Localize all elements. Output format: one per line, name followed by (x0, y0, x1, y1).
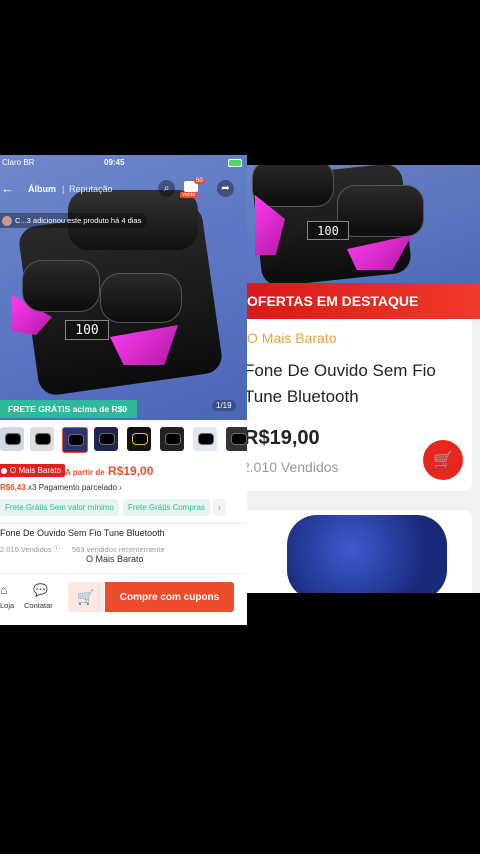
earbud-left (22, 260, 100, 312)
thumbnail-8[interactable] (226, 427, 247, 451)
cart-plus-icon: 🛒 (77, 588, 95, 605)
installment-text: x3 Pagamento parcelado (28, 483, 117, 492)
cart-plus-icon: 🛒 (433, 452, 453, 469)
tag-free-shipping-compras[interactable]: Frete Grátis Compras (123, 499, 210, 516)
share-icon[interactable]: ➦ (217, 180, 234, 197)
product-card[interactable]: O Mais Barato Fone De Ouvido Sem Fio Tun… (247, 319, 472, 491)
led-display: 100 (65, 320, 109, 340)
product-image-zoomed[interactable]: 100 (247, 165, 480, 283)
recent-add-notice: C...3 adicionou este produto há 4 dias (0, 213, 148, 228)
thumbnail-2[interactable] (30, 427, 54, 451)
offers-banner: OFERTAS EM DESTAQUE (247, 283, 480, 319)
chat-icon[interactable]: 💬 (33, 583, 48, 597)
store-name: O Mais Barato (86, 554, 144, 564)
loja-label[interactable]: Loja (0, 601, 14, 610)
recent-sold: 563 vendidos recentemente (72, 545, 165, 554)
cart-sublabel: vento (180, 192, 198, 198)
seller-badge-label: O Mais Barato (10, 466, 62, 475)
divider (0, 523, 247, 524)
thumbnail-4[interactable] (94, 427, 118, 451)
card-sold: 2.010 Vendidos (247, 459, 339, 475)
contatar-label[interactable]: Contatar (24, 601, 53, 610)
info-icon[interactable]: ⓘ (53, 544, 60, 554)
cart-button[interactable]: 60 vento (180, 178, 208, 200)
product-page-screenshot: 100 Claro BR 09:45 ← Álbum | Reputação ⌕… (0, 155, 247, 625)
free-shipping-banner: FRETE GRÁTIS acima de R$0 (0, 400, 137, 418)
search-icon[interactable]: ⌕ (158, 180, 175, 197)
thumbnail-1[interactable] (0, 427, 24, 451)
back-arrow-icon[interactable]: ← (1, 181, 14, 196)
title-line-2: Tune Bluetooth (247, 387, 359, 406)
installment-value: R$6,43 (0, 483, 26, 492)
installment-row[interactable]: R$6,43 x3 Pagamento parcelado › (0, 483, 122, 492)
image-counter: 1/19 (212, 400, 236, 411)
status-bar: Claro BR 09:45 (0, 155, 247, 170)
thumbnail-6[interactable] (160, 427, 184, 451)
store-icon[interactable]: ⌂ (0, 583, 7, 597)
blanket-image (287, 515, 447, 593)
thumbnail-7[interactable] (193, 427, 217, 451)
top-nav: ← Álbum | Reputação ⌕ 60 vento ➦ (0, 178, 247, 201)
seller-name: O Mais Barato (247, 330, 337, 346)
add-to-cart-button[interactable]: 🛒 (423, 440, 463, 480)
seller-badge: O Mais Barato (0, 464, 66, 477)
clock-label: 09:45 (104, 158, 125, 167)
sold-count: 2.010 Vendidos (0, 545, 52, 554)
product-title: Fone De Ouvido Sem Fio Tune Bluetooth (0, 528, 165, 538)
earbud-right (100, 273, 182, 323)
tab-divider: | (62, 184, 65, 194)
earbud-left (252, 165, 334, 207)
next-product-card[interactable] (247, 510, 472, 593)
price-value: R$19,00 (108, 464, 154, 478)
listing-screenshot: 100 OFERTAS EM DESTAQUE O Mais Barato Fo… (247, 165, 480, 593)
tab-reputation[interactable]: Reputação (69, 184, 113, 194)
battery-icon (228, 159, 242, 167)
add-to-cart-button[interactable]: 🛒 (68, 582, 104, 612)
product-image[interactable]: 100 Claro BR 09:45 ← Álbum | Reputação ⌕… (0, 155, 247, 420)
thumbnail-5[interactable] (127, 427, 151, 451)
buy-with-coupons-button[interactable]: Compre com cupons (105, 582, 234, 612)
notice-text: C...3 adicionou este produto há 4 dias (15, 216, 142, 225)
tab-album[interactable]: Álbum (28, 184, 56, 194)
earbud-right (337, 185, 424, 237)
chevron-right-icon: › (119, 483, 122, 492)
avatar (2, 215, 12, 226)
from-label: A partir de (65, 468, 105, 477)
cart-badge: 60 (194, 178, 205, 184)
tag-free-shipping-min[interactable]: Frete Grátis Sem valor mínimo (0, 499, 119, 516)
free-shipping-label: FRETE GRÁTIS acima de R$0 (8, 404, 128, 414)
offers-banner-label: OFERTAS EM DESTAQUE (247, 293, 419, 309)
bottom-action-bar: ⌂ Loja 💬 Contatar 🛒 Compre com cupons (0, 573, 247, 625)
thumbnail-3[interactable] (62, 427, 88, 453)
card-price: R$19,00 (247, 427, 320, 449)
badge-dot-icon (1, 467, 7, 474)
title-line-1: Fone De Ouvido Sem Fio (247, 361, 436, 380)
tags-more-chevron-icon[interactable]: › (213, 499, 226, 516)
carrier-label: Claro BR (2, 158, 35, 167)
led-display: 100 (307, 221, 349, 240)
